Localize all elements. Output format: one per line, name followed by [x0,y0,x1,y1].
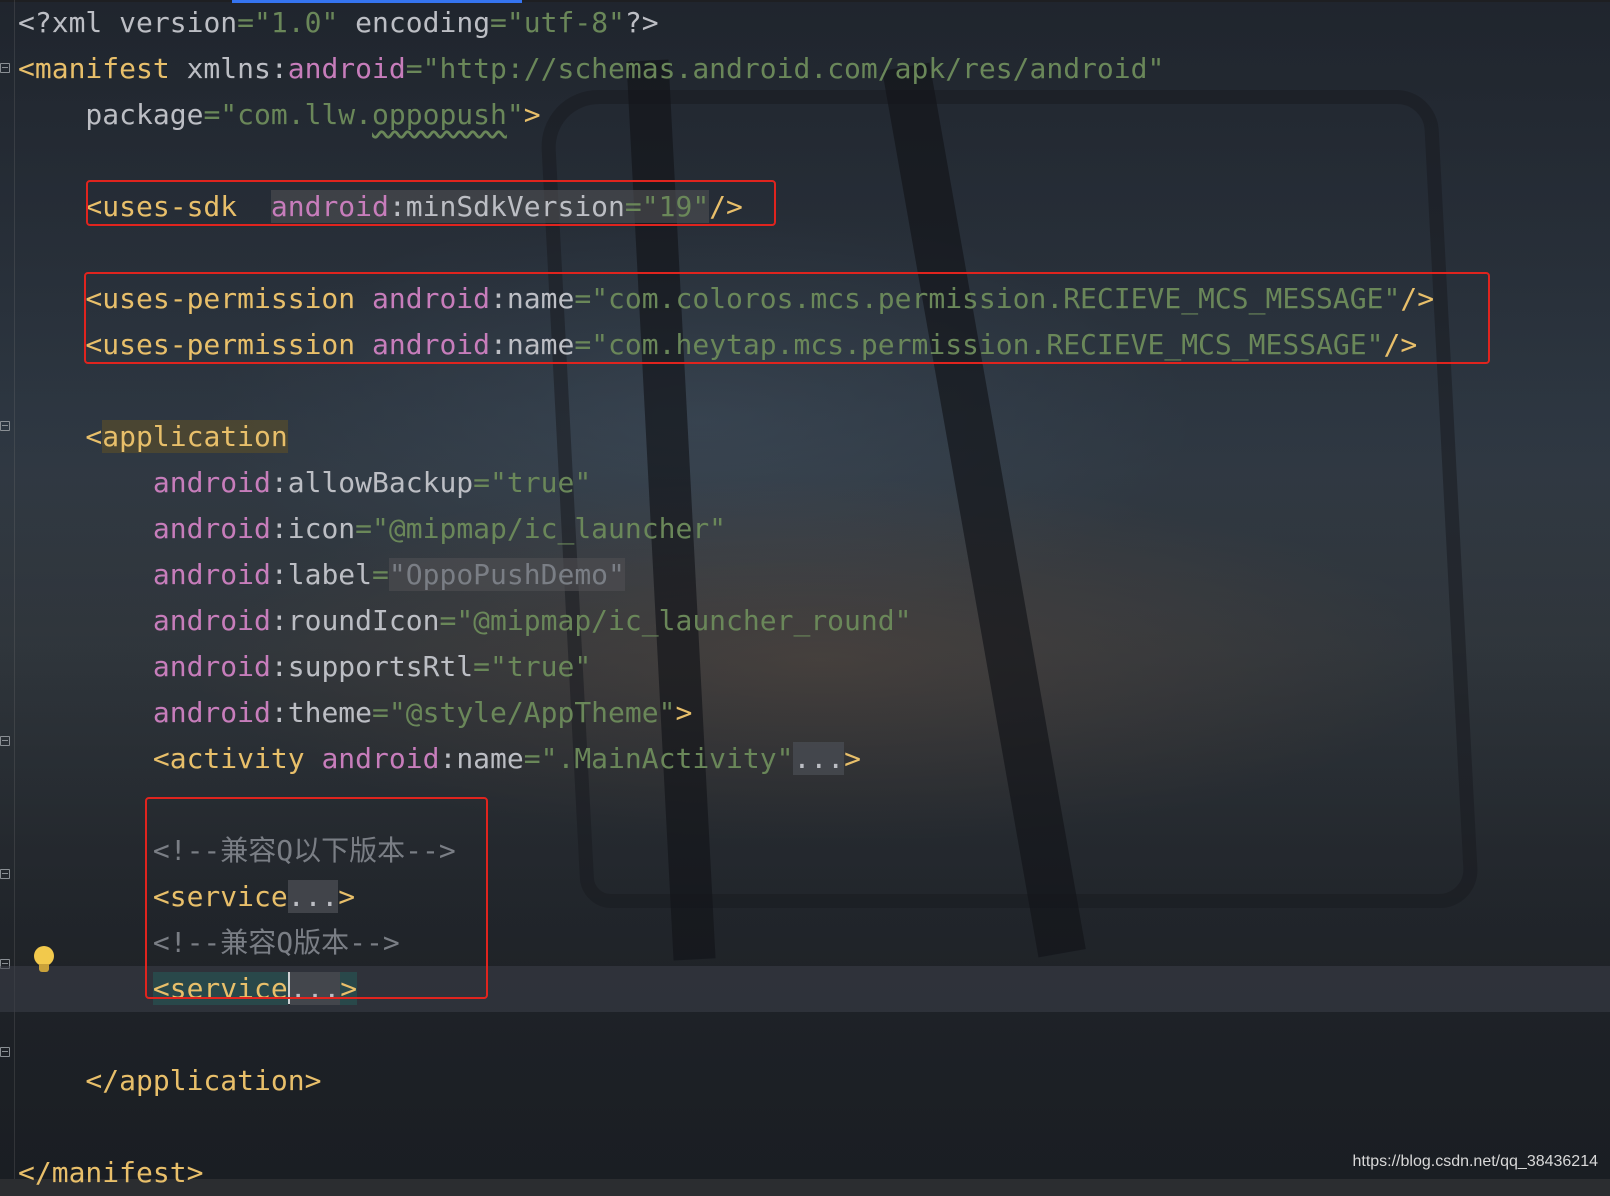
fold-marker-icon[interactable] [0,421,10,431]
code-token: "http://schemas.android.com/apk/res/andr… [422,52,1165,85]
code-token: = [372,558,389,591]
code-token: android [18,650,271,683]
code-line[interactable]: <activity android:name=".MainActivity"..… [18,736,1610,782]
code-line[interactable]: android:label="OppoPushDemo" [18,552,1610,598]
code-token: : [270,512,288,545]
code-line[interactable]: android:allowBackup="true" [18,460,1610,506]
code-token: "true" [490,650,592,683]
code-token: supportsRtl [287,650,474,683]
code-token: name [456,742,524,775]
code-token: : [270,650,288,683]
code-token: android [18,604,271,637]
code-token: > [675,696,693,729]
code-token: xmlns [186,52,271,85]
code-token: "@mipmap/ic_launcher_round" [456,604,912,637]
code-token: oppopush [372,98,507,131]
code-token: = [405,52,423,85]
code-token: "com.llw. [220,98,373,131]
code-token: < [18,420,103,453]
annotation-box-uses-sdk [86,180,776,226]
code-token: "utf-8" [506,6,625,39]
code-token: "OppoPushDemo" [388,558,625,591]
code-token: <?xml [18,6,120,39]
code-token: = [237,6,255,39]
code-token: label [287,558,373,591]
code-token: "@mipmap/ic_launcher" [372,512,727,545]
lightbulb-icon[interactable] [34,946,54,974]
code-token: android [18,512,271,545]
annotation-box-services [145,797,488,999]
code-token: = [203,98,221,131]
code-token: = [523,742,541,775]
annotation-box-permissions [84,272,1490,364]
code-token: roundIcon [287,604,440,637]
code-token: version [119,6,238,39]
code-token: android [18,558,271,591]
code-token: android [18,466,271,499]
code-token: ?> [624,6,659,39]
code-line[interactable]: android:supportsRtl="true" [18,644,1610,690]
code-token: "1.0" [254,6,339,39]
code-token: package [18,98,204,131]
code-token: "true" [490,466,592,499]
code-token: = [490,6,507,39]
code-token: <activity [18,742,322,775]
code-token: = [372,696,389,729]
code-token: > [523,98,541,131]
code-token: application [102,420,288,453]
fold-marker-icon[interactable] [0,736,10,746]
code-token: : [270,604,288,637]
code-token: : [270,466,288,499]
code-token: "@style/AppTheme" [388,696,676,729]
code-token: > [844,742,861,775]
code-token: android [321,742,440,775]
code-line[interactable] [18,230,1610,276]
code-token: icon [287,512,356,545]
code-line[interactable] [18,1104,1610,1150]
fold-marker-icon[interactable] [0,63,10,73]
fold-marker-icon[interactable] [0,869,10,879]
code-line[interactable]: android:theme="@style/AppTheme"> [18,690,1610,736]
code-line[interactable] [18,138,1610,184]
code-line[interactable]: <manifest xmlns:android="http://schemas.… [18,46,1610,92]
fold-marker-icon[interactable] [0,1047,10,1057]
code-token: = [473,650,491,683]
code-line[interactable]: <application [18,414,1610,460]
code-line[interactable]: package="com.llw.oppopush"> [18,92,1610,138]
code-line[interactable] [18,1012,1610,1058]
code-token: android [287,52,406,85]
code-token: ".MainActivity" [540,742,794,775]
code-token: : [270,696,288,729]
code-token: theme [287,696,373,729]
lightbulb-base [39,964,49,972]
code-token: ... [793,742,845,775]
code-token: = [439,604,457,637]
code-token: </application> [18,1064,322,1097]
code-token: </manifest> [18,1156,204,1189]
code-line[interactable]: </application> [18,1058,1610,1104]
code-token: : [439,742,457,775]
code-line[interactable]: android:icon="@mipmap/ic_launcher" [18,506,1610,552]
code-token: android [18,696,271,729]
code-token: = [355,512,373,545]
code-line[interactable] [18,368,1610,414]
code-token: = [473,466,491,499]
code-token: : [270,558,288,591]
code-line[interactable]: android:roundIcon="@mipmap/ic_launcher_r… [18,598,1610,644]
code-line[interactable]: <?xml version="1.0" encoding="utf-8"?> [18,0,1610,46]
code-token: <manifest [18,52,187,85]
code-token: " [506,98,524,131]
code-token: encoding [338,6,491,39]
code-token: : [270,52,288,85]
lightbulb-glass [34,946,54,966]
code-token: allowBackup [287,466,474,499]
watermark: https://blog.csdn.net/qq_38436214 [1352,1153,1598,1170]
